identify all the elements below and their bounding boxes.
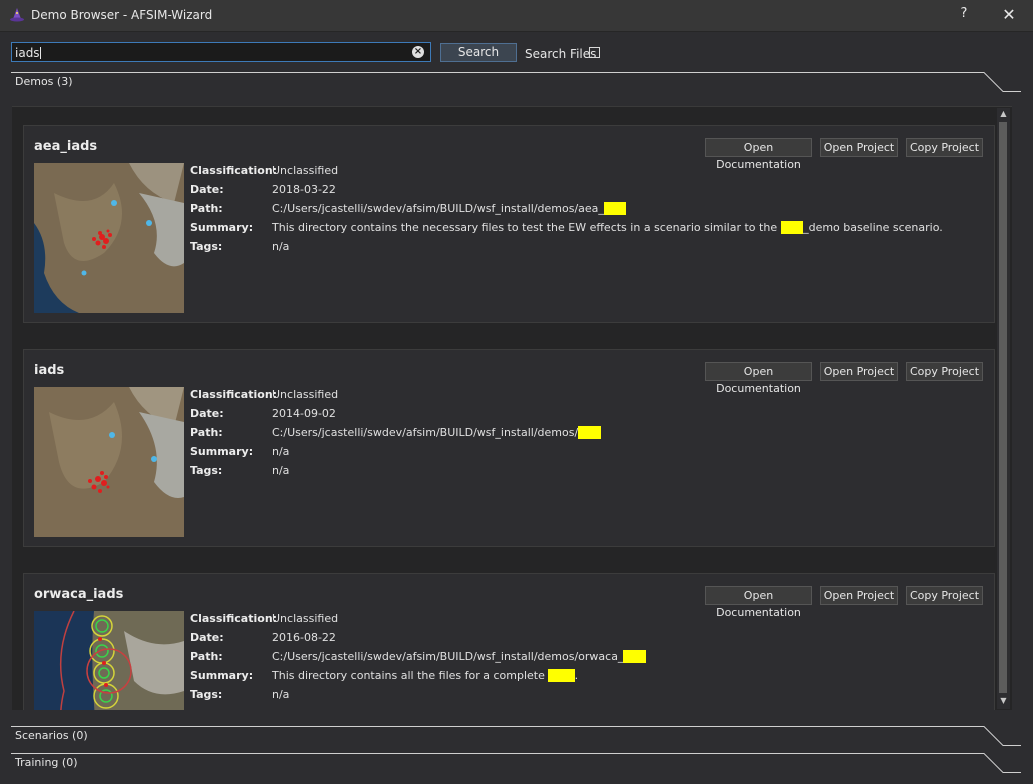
copy-project-button[interactable]: Copy Project <box>906 138 983 157</box>
open-project-button[interactable]: Open Project <box>820 362 898 381</box>
date-label: Date: <box>190 631 224 644</box>
scenarios-section-header[interactable]: Scenarios (0) <box>11 725 1021 747</box>
classification-label: Classification: <box>190 164 278 177</box>
demo-card-orwaca-iads: orwaca_iads Open Documentation Open Proj… <box>23 573 995 710</box>
open-project-button[interactable]: Open Project <box>820 586 898 605</box>
training-section-label: Training (0) <box>15 756 78 769</box>
open-documentation-button[interactable]: Open Documentation <box>705 586 812 619</box>
demo-title: orwaca_iads <box>34 587 124 602</box>
tags-value: n/a <box>272 688 290 701</box>
search-input[interactable]: iads × <box>11 42 431 62</box>
scroll-up-arrow-icon[interactable]: ▲ <box>997 108 1010 120</box>
summary-value: This directory contains all the files fo… <box>272 669 579 682</box>
demo-card-aea-iads: aea_iads Open Documentation Open Project… <box>23 125 995 323</box>
demo-thumbnail-map <box>34 387 184 537</box>
path-label: Path: <box>190 650 223 663</box>
wizard-hat-icon <box>10 8 24 22</box>
tags-label: Tags: <box>190 688 223 701</box>
open-documentation-button[interactable]: Open Documentation <box>705 138 812 171</box>
demo-thumbnail-map <box>34 163 184 313</box>
classification-value: Unclassified <box>272 164 339 177</box>
search-highlight: iads <box>780 221 804 234</box>
classification-value: Unclassified <box>272 612 339 625</box>
search-files-label: Search Files <box>525 47 597 61</box>
summary-label: Summary: <box>190 445 254 458</box>
help-button[interactable]: ? <box>956 6 972 24</box>
open-documentation-button[interactable]: Open Documentation <box>705 362 812 395</box>
path-value: C:/Users/jcastelli/swdev/afsim/BUILD/wsf… <box>272 202 627 215</box>
summary-label: Summary: <box>190 669 254 682</box>
demo-card-iads: iads Open Documentation Open Project Cop… <box>23 349 995 547</box>
scroll-down-arrow-icon[interactable]: ▼ <box>997 695 1010 707</box>
classification-value: Unclassified <box>272 388 339 401</box>
date-label: Date: <box>190 407 224 420</box>
scroll-thumb[interactable] <box>999 122 1007 693</box>
classification-label: Classification: <box>190 388 278 401</box>
tags-value: n/a <box>272 464 290 477</box>
clear-search-icon[interactable]: × <box>412 46 424 58</box>
demo-title: aea_iads <box>34 139 98 154</box>
vertical-scrollbar[interactable]: ▲ ▼ <box>997 108 1010 709</box>
date-value: 2018-03-22 <box>272 183 336 196</box>
title-bar: Demo Browser - AFSIM-Wizard ? ✕ <box>0 0 1033 32</box>
demo-thumbnail-map <box>34 611 184 710</box>
demo-title: iads <box>34 363 65 378</box>
summary-label: Summary: <box>190 221 254 234</box>
window-title: Demo Browser - AFSIM-Wizard <box>31 8 213 22</box>
text-caret <box>39 47 41 59</box>
path-label: Path: <box>190 202 223 215</box>
date-label: Date: <box>190 183 224 196</box>
search-highlight: IADS <box>548 669 575 682</box>
classification-label: Classification: <box>190 612 278 625</box>
open-project-button[interactable]: Open Project <box>820 138 898 157</box>
date-value: 2014-09-02 <box>272 407 336 420</box>
search-highlight: iads <box>603 202 627 215</box>
search-input-value: iads <box>15 46 40 60</box>
demos-section-header[interactable]: Demos (3) <box>11 71 1021 93</box>
summary-value: This directory contains the necessary fi… <box>272 221 943 234</box>
demos-list: aea_iads Open Documentation Open Project… <box>12 106 1012 710</box>
search-button[interactable]: Search <box>440 43 517 62</box>
section-divider <box>11 753 1021 773</box>
tags-value: n/a <box>272 240 290 253</box>
date-value: 2016-08-22 <box>272 631 336 644</box>
close-button[interactable]: ✕ <box>1000 6 1018 24</box>
path-value: C:/Users/jcastelli/swdev/afsim/BUILD/wsf… <box>272 650 646 663</box>
copy-project-button[interactable]: Copy Project <box>906 586 983 605</box>
tags-label: Tags: <box>190 464 223 477</box>
search-highlight: iads <box>578 426 601 439</box>
path-value: C:/Users/jcastelli/swdev/afsim/BUILD/wsf… <box>272 426 601 439</box>
copy-project-button[interactable]: Copy Project <box>906 362 983 381</box>
section-divider <box>11 72 1021 92</box>
search-highlight: iads <box>623 650 646 663</box>
tags-label: Tags: <box>190 240 223 253</box>
search-files-checkbox[interactable] <box>589 47 600 58</box>
training-section-header[interactable]: Training (0) <box>11 752 1021 774</box>
section-divider <box>11 726 1021 746</box>
demos-section-label: Demos (3) <box>15 75 73 88</box>
scenarios-section-label: Scenarios (0) <box>15 729 88 742</box>
summary-value: n/a <box>272 445 290 458</box>
path-label: Path: <box>190 426 223 439</box>
